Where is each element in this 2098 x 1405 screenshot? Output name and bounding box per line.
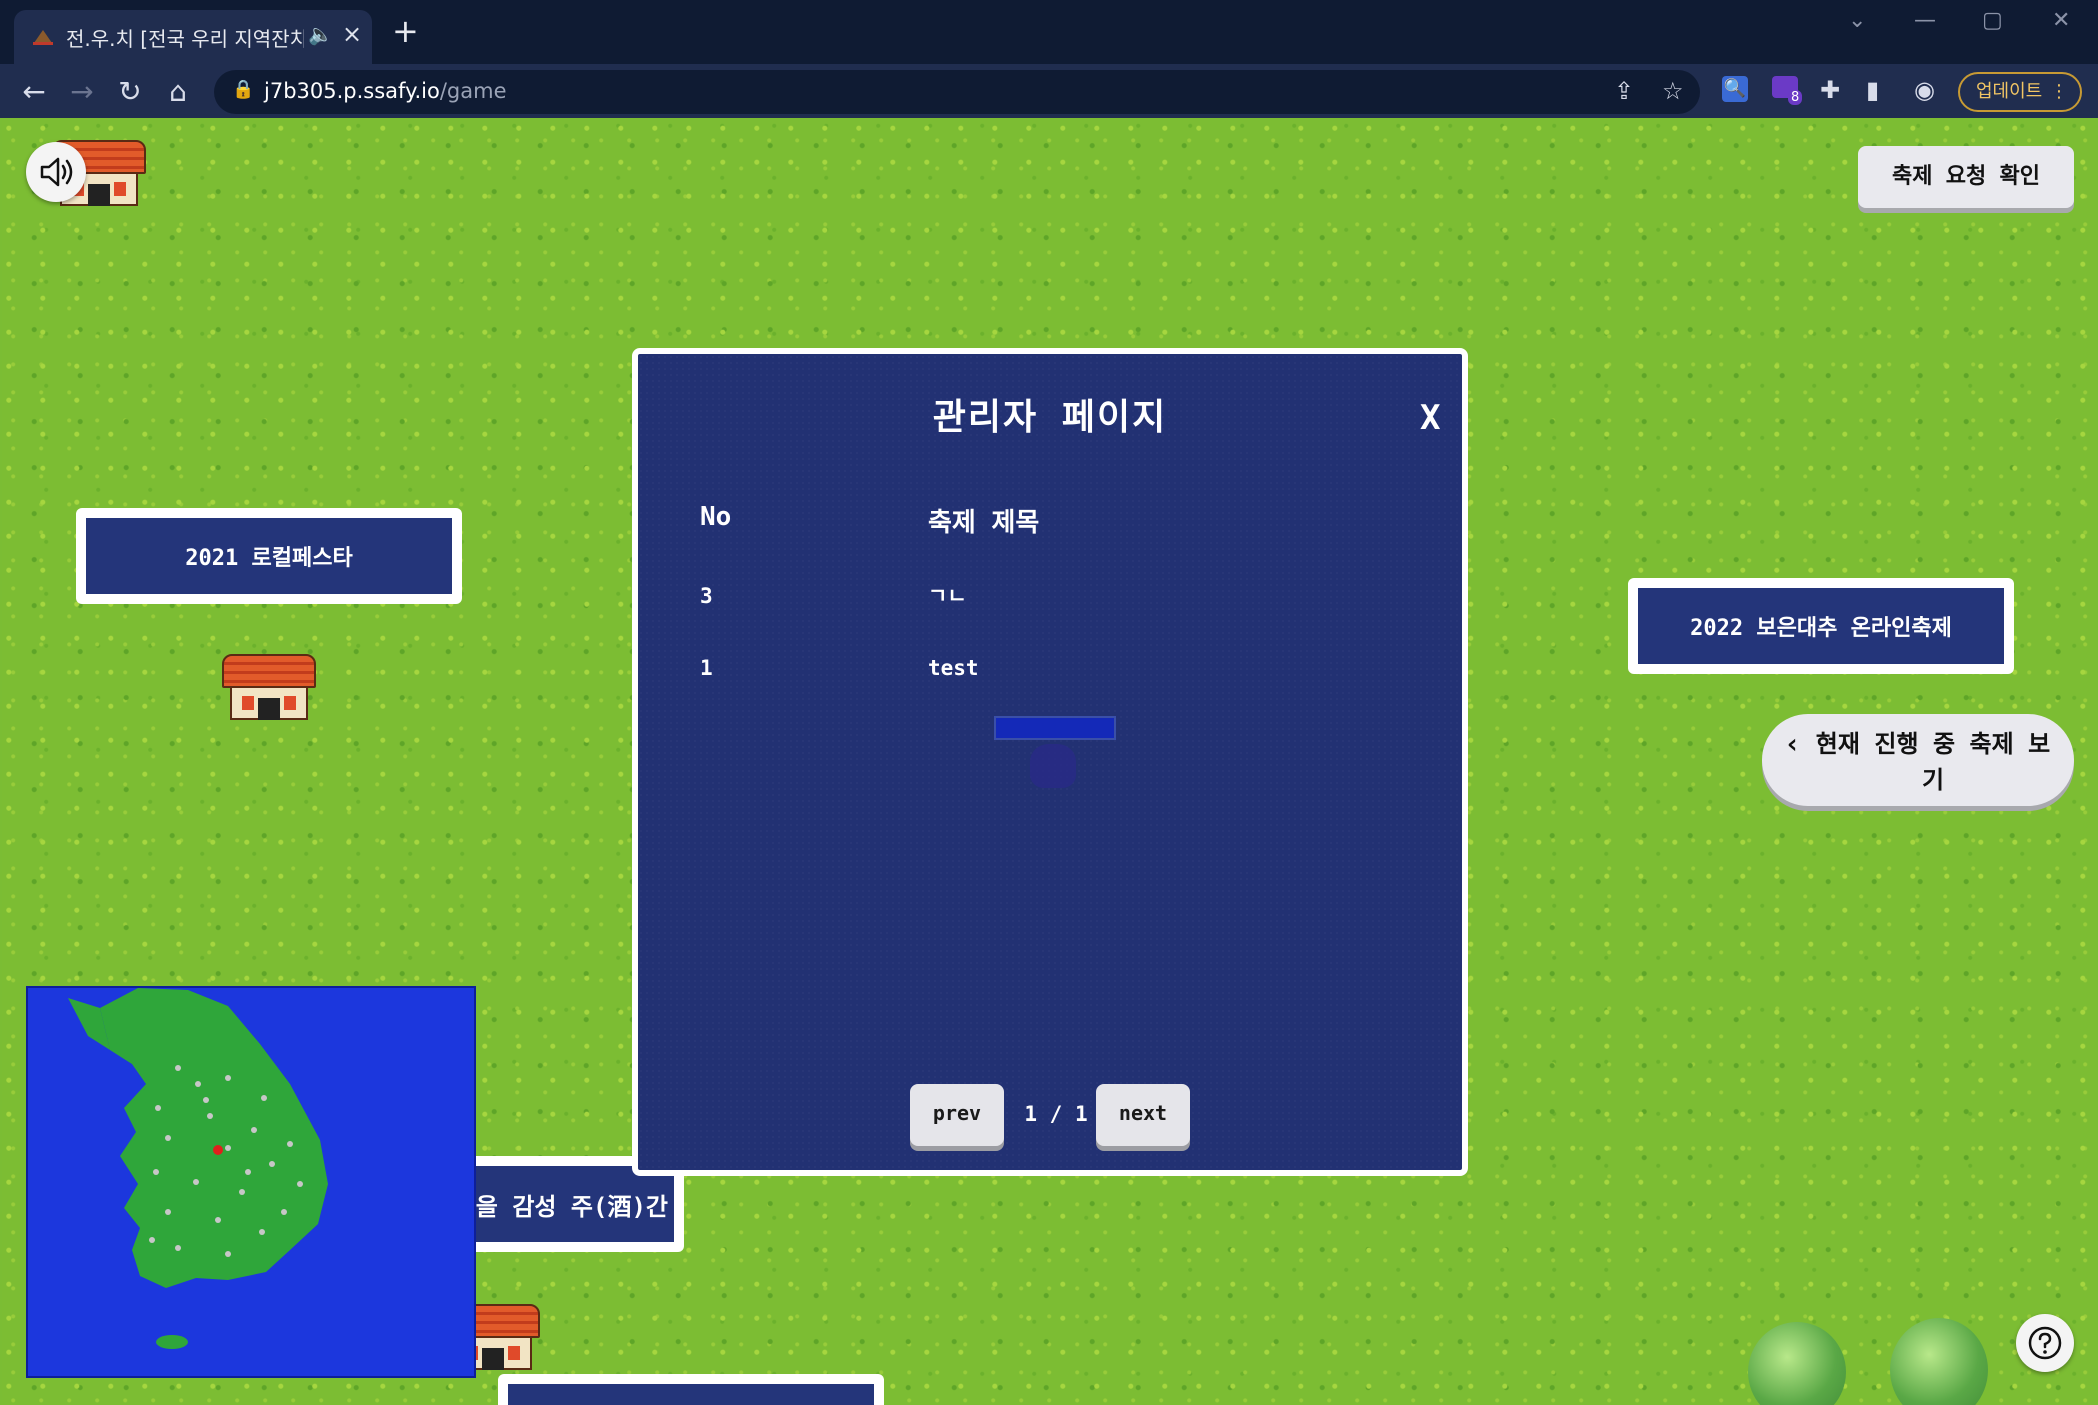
lock-icon: 🔒 [232,79,255,100]
sign-label: 2022 보은대추 온라인축제 [1638,588,2004,664]
close-icon[interactable]: X [1420,398,1440,438]
hat-favicon-icon [33,30,53,45]
tab-audio-icon[interactable]: 🔈 [308,22,333,46]
address-bar[interactable]: 🔒 j7b305.p.ssafy.io/game ⇪ ☆ [214,70,1700,114]
side-panel-icon[interactable]: ▮ [1866,76,1879,104]
page-indicator: 1 / 1 [1024,1102,1088,1126]
festival-sign-local-festa[interactable]: 2021 로컬페스타 [76,508,462,604]
player-sprite [994,716,1116,740]
table-row-no: 3 [700,584,713,608]
help-button[interactable] [2016,1314,2074,1372]
sound-toggle-button[interactable] [26,142,86,202]
minimize-icon[interactable]: — [1914,8,1936,33]
next-button[interactable]: next [1096,1084,1190,1146]
share-icon[interactable]: ⇪ [1614,77,1634,105]
table-row-no: 1 [700,656,713,680]
tab-close-icon[interactable]: × [342,20,362,48]
table-row-title[interactable]: ㄱㄴ [928,580,967,610]
url-host: j7b305.p.ssafy.io [264,79,440,103]
table-row-title[interactable]: test [928,656,979,680]
current-festivals-label: 현재 진행 중 축제 보기 [1815,730,2051,794]
tab-title: 전.우.치 [전국 우리 지역잔치 [66,27,304,51]
extension-badge: 8 [1788,90,1803,105]
sign-label-empty [508,1384,874,1405]
url-text: j7b305.p.ssafy.io/game [264,79,507,103]
maximize-icon[interactable]: ▢ [1982,8,2003,33]
update-button[interactable]: 업데이트 ⋮ [1958,72,2082,112]
prev-button[interactable]: prev [910,1084,1004,1146]
update-label: 업데이트 [1976,81,2043,102]
puzzle-extension-icon[interactable]: 8 [1772,76,1803,105]
column-header-title: 축제 제목 [928,508,1040,538]
festival-request-button[interactable]: 축제 요청 확인 [1858,146,2074,208]
bookmark-star-icon[interactable]: ☆ [1662,77,1684,105]
menu-kebab-icon[interactable]: ⋮ [2050,74,2068,110]
home-icon[interactable]: ⌂ [160,74,196,110]
current-festivals-button[interactable]: ‹ 현재 진행 중 축제 보기 [1762,714,2074,806]
house-sprite[interactable] [222,654,316,720]
festival-sign-boeun-jujube[interactable]: 2022 보은대추 온라인축제 [1628,578,2014,674]
admin-modal: 관리자 페이지 X No 축제 제목 3 ㄱㄴ 1 test prev 1 / … [632,348,1468,1176]
browser-tab[interactable]: 전.우.치 [전국 우리 지역잔치 🔈 × [14,10,372,64]
search-extension-icon[interactable]: 🔍 [1722,76,1748,102]
minimap[interactable] [26,986,476,1378]
speaker-icon [40,157,73,187]
new-tab-icon[interactable]: + [392,15,419,47]
window-close-icon[interactable]: ✕ [2052,8,2070,33]
sign-label: 2021 로컬페스타 [86,518,452,594]
player-marker [213,1145,223,1155]
question-icon [2028,1326,2062,1360]
player-sprite-body [1030,744,1076,788]
extensions-icon[interactable]: ✚ [1820,76,1840,104]
tab-search-chevron-icon[interactable]: ⌄ [1848,8,1866,33]
korea-map [68,988,328,1349]
chevron-left-icon: ‹ [1784,727,1801,760]
browser-chrome: 전.우.치 [전국 우리 지역잔치 🔈 × + ⌄ — ▢ ✕ ← → ↻ ⌂ … [0,0,2098,118]
back-icon[interactable]: ← [16,74,52,110]
forward-icon[interactable]: → [64,74,100,110]
festival-sign-bottom[interactable] [498,1374,884,1405]
column-header-no: No [700,502,732,532]
reload-icon[interactable]: ↻ [112,74,148,110]
modal-title: 관리자 페이지 [932,397,1168,438]
tab-strip: 전.우.치 [전국 우리 지역잔치 🔈 × + ⌄ — ▢ ✕ [0,0,2098,64]
profile-icon[interactable]: ◉ [1914,76,1935,104]
tree-sprite [1890,1318,1988,1405]
tree-sprite [1748,1322,1846,1405]
url-path: /game [439,79,507,103]
